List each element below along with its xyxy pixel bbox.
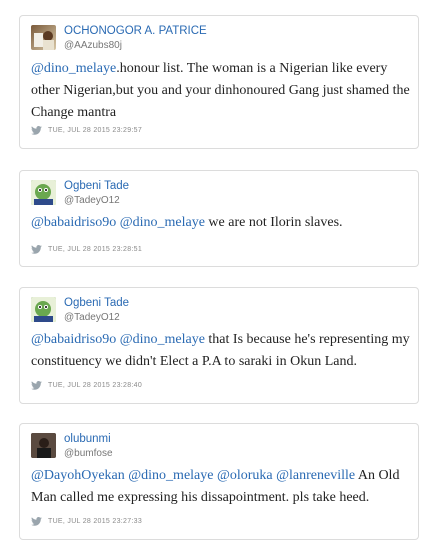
avatar[interactable] xyxy=(31,433,56,458)
tweet-meta: TUE, JUL 28 2015 23:29:57 xyxy=(31,126,142,135)
avatar[interactable] xyxy=(31,180,56,205)
twitter-bird-icon xyxy=(31,517,42,526)
twitter-bird-icon xyxy=(31,126,42,135)
author-handle[interactable]: @TadeyO12 xyxy=(64,312,120,323)
author-name[interactable]: Ogbeni Tade xyxy=(64,297,129,309)
mention-link[interactable]: @dino_melaye xyxy=(128,468,213,483)
tweet-text: @dino_melaye.honour list. The woman is a… xyxy=(31,61,410,120)
tweet-card: Ogbeni Tade @TadeyO12 @babaidriso9o @din… xyxy=(19,287,419,404)
tweet-card: OCHONOGOR A. PATRICE @AAzubs80j @dino_me… xyxy=(19,15,419,149)
tweet-card: olubunmi @bumfose @DayohOyekan @dino_mel… xyxy=(19,423,419,540)
tweet-text: @babaidriso9o @dino_melaye we are not Il… xyxy=(31,215,343,230)
mention-link[interactable]: @dino_melaye xyxy=(31,61,116,76)
twitter-bird-icon xyxy=(31,381,42,390)
mention-link[interactable]: @lanreneville xyxy=(276,468,355,483)
mention-link[interactable]: @oloruka xyxy=(217,468,273,483)
mention-link[interactable]: @babaidriso9o xyxy=(31,215,116,230)
avatar[interactable] xyxy=(31,25,56,50)
timestamp[interactable]: TUE, JUL 28 2015 23:28:40 xyxy=(48,382,142,389)
author-name[interactable]: olubunmi xyxy=(64,433,111,445)
tweet-text: @babaidriso9o @dino_melaye that Is becau… xyxy=(31,332,410,369)
author-handle[interactable]: @AAzubs80j xyxy=(64,40,122,51)
timestamp[interactable]: TUE, JUL 28 2015 23:28:51 xyxy=(48,246,142,253)
tweet-card: Ogbeni Tade @TadeyO12 @babaidriso9o @din… xyxy=(19,170,419,267)
tweet-text: @DayohOyekan @dino_melaye @oloruka @lanr… xyxy=(31,468,400,505)
author-handle[interactable]: @bumfose xyxy=(64,448,113,459)
tweet-meta: TUE, JUL 28 2015 23:27:33 xyxy=(31,517,142,526)
avatar[interactable] xyxy=(31,297,56,322)
twitter-bird-icon xyxy=(31,245,42,254)
author-handle[interactable]: @TadeyO12 xyxy=(64,195,120,206)
timestamp[interactable]: TUE, JUL 28 2015 23:29:57 xyxy=(48,127,142,134)
mention-link[interactable]: @dino_melaye xyxy=(120,215,205,230)
mention-link[interactable]: @dino_melaye xyxy=(120,332,205,347)
mention-link[interactable]: @babaidriso9o xyxy=(31,332,116,347)
timestamp[interactable]: TUE, JUL 28 2015 23:27:33 xyxy=(48,518,142,525)
author-name[interactable]: OCHONOGOR A. PATRICE xyxy=(64,25,207,37)
tweet-meta: TUE, JUL 28 2015 23:28:40 xyxy=(31,381,142,390)
mention-link[interactable]: @DayohOyekan xyxy=(31,468,125,483)
author-name[interactable]: Ogbeni Tade xyxy=(64,180,129,192)
tweet-meta: TUE, JUL 28 2015 23:28:51 xyxy=(31,245,142,254)
